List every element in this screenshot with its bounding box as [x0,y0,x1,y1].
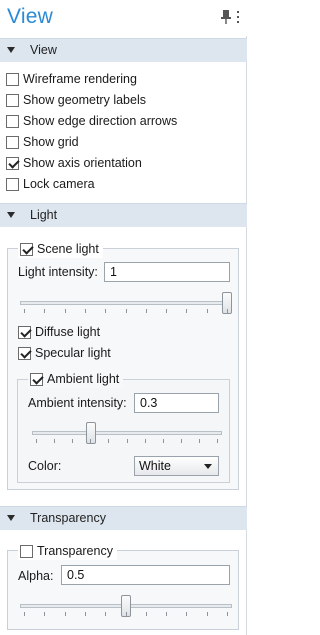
collapse-arrow-icon[interactable] [7,212,15,218]
ambient-intensity-label: Ambient intensity: [28,396,127,410]
checkbox-row-specular-light[interactable]: Specular light [18,344,111,362]
checkbox-label: Lock camera [23,177,95,191]
checkbox-label: Show grid [23,135,79,149]
slider-ticks [36,439,218,443]
checkbox-specular-light[interactable] [18,346,31,360]
checkbox-scene-light[interactable] [20,242,33,256]
checkbox-label: Diffuse light [35,325,101,339]
panel-title: View [7,5,53,28]
section-title-light: Light [30,208,58,222]
slider-ticks [24,309,228,313]
checkbox-row-show-axis-orientation[interactable]: Show axis orientation [6,154,142,172]
checkbox-row-wireframe-rendering[interactable]: Wireframe rendering [6,70,137,88]
checkbox-row-show-edge-direction-arrows[interactable]: Show edge direction arrows [6,112,177,130]
checkbox-row-transparency[interactable]: Transparency [18,542,117,560]
checkbox-label: Transparency [37,544,113,558]
alpha-slider[interactable] [20,595,232,617]
checkbox-row-show-grid[interactable]: Show grid [6,133,79,151]
color-select-value: White [139,459,171,473]
checkbox-label: Wireframe rendering [23,72,137,86]
pin-icon[interactable] [219,9,233,25]
checkbox-diffuse-light[interactable] [18,325,31,339]
checkbox-transparency[interactable] [20,544,33,558]
collapse-arrow-icon[interactable] [7,515,15,521]
checkbox-row-scene-light[interactable]: Scene light [18,240,103,258]
checkbox-row-ambient-light[interactable]: Ambient light [28,370,124,388]
collapse-arrow-icon[interactable] [7,47,15,53]
chevron-down-icon [204,464,212,469]
checkbox-label: Show edge direction arrows [23,114,178,128]
light-intensity-input[interactable] [104,262,230,282]
slider-track [32,431,222,435]
section-header-view[interactable]: View [0,38,247,62]
checkbox-show-geometry-labels[interactable] [6,93,19,107]
checkbox-row-lock-camera[interactable]: Lock camera [6,175,95,193]
checkbox-ambient-light[interactable] [30,372,43,386]
checkbox-wireframe-rendering[interactable] [6,72,19,86]
checkbox-row-show-geometry-labels[interactable]: Show geometry labels [6,91,146,109]
color-label: Color: [28,459,62,473]
checkbox-label: Ambient light [47,372,120,386]
slider-track [20,301,232,305]
light-intensity-slider[interactable] [20,292,232,314]
section-header-light[interactable]: Light [0,203,247,227]
section-header-transparency[interactable]: Transparency [0,506,247,530]
checkbox-label: Show geometry labels [23,93,146,107]
checkbox-show-grid[interactable] [6,135,19,149]
section-title-transparency: Transparency [30,511,106,525]
color-select[interactable]: White [134,456,219,476]
ambient-intensity-input[interactable] [134,393,219,413]
view-settings-panel: View View Wireframe rendering Show geome… [0,0,247,635]
checkbox-label: Show axis orientation [23,156,142,170]
checkbox-show-edge-direction-arrows[interactable] [6,114,19,128]
checkbox-lock-camera[interactable] [6,177,19,191]
panel-title-bar: View [0,0,247,36]
panel-menu-icon[interactable] [236,11,240,23]
slider-ticks [24,612,228,616]
light-intensity-label: Light intensity: [18,265,98,279]
checkbox-show-axis-orientation[interactable] [6,156,19,170]
checkbox-row-diffuse-light[interactable]: Diffuse light [18,323,100,341]
transparency-group [7,550,239,630]
alpha-input[interactable] [61,565,230,585]
checkbox-label: Specular light [35,346,111,360]
section-title-view: View [30,43,57,57]
checkbox-label: Scene light [37,242,99,256]
alpha-label: Alpha: [18,569,54,583]
ambient-intensity-slider[interactable] [32,422,222,444]
